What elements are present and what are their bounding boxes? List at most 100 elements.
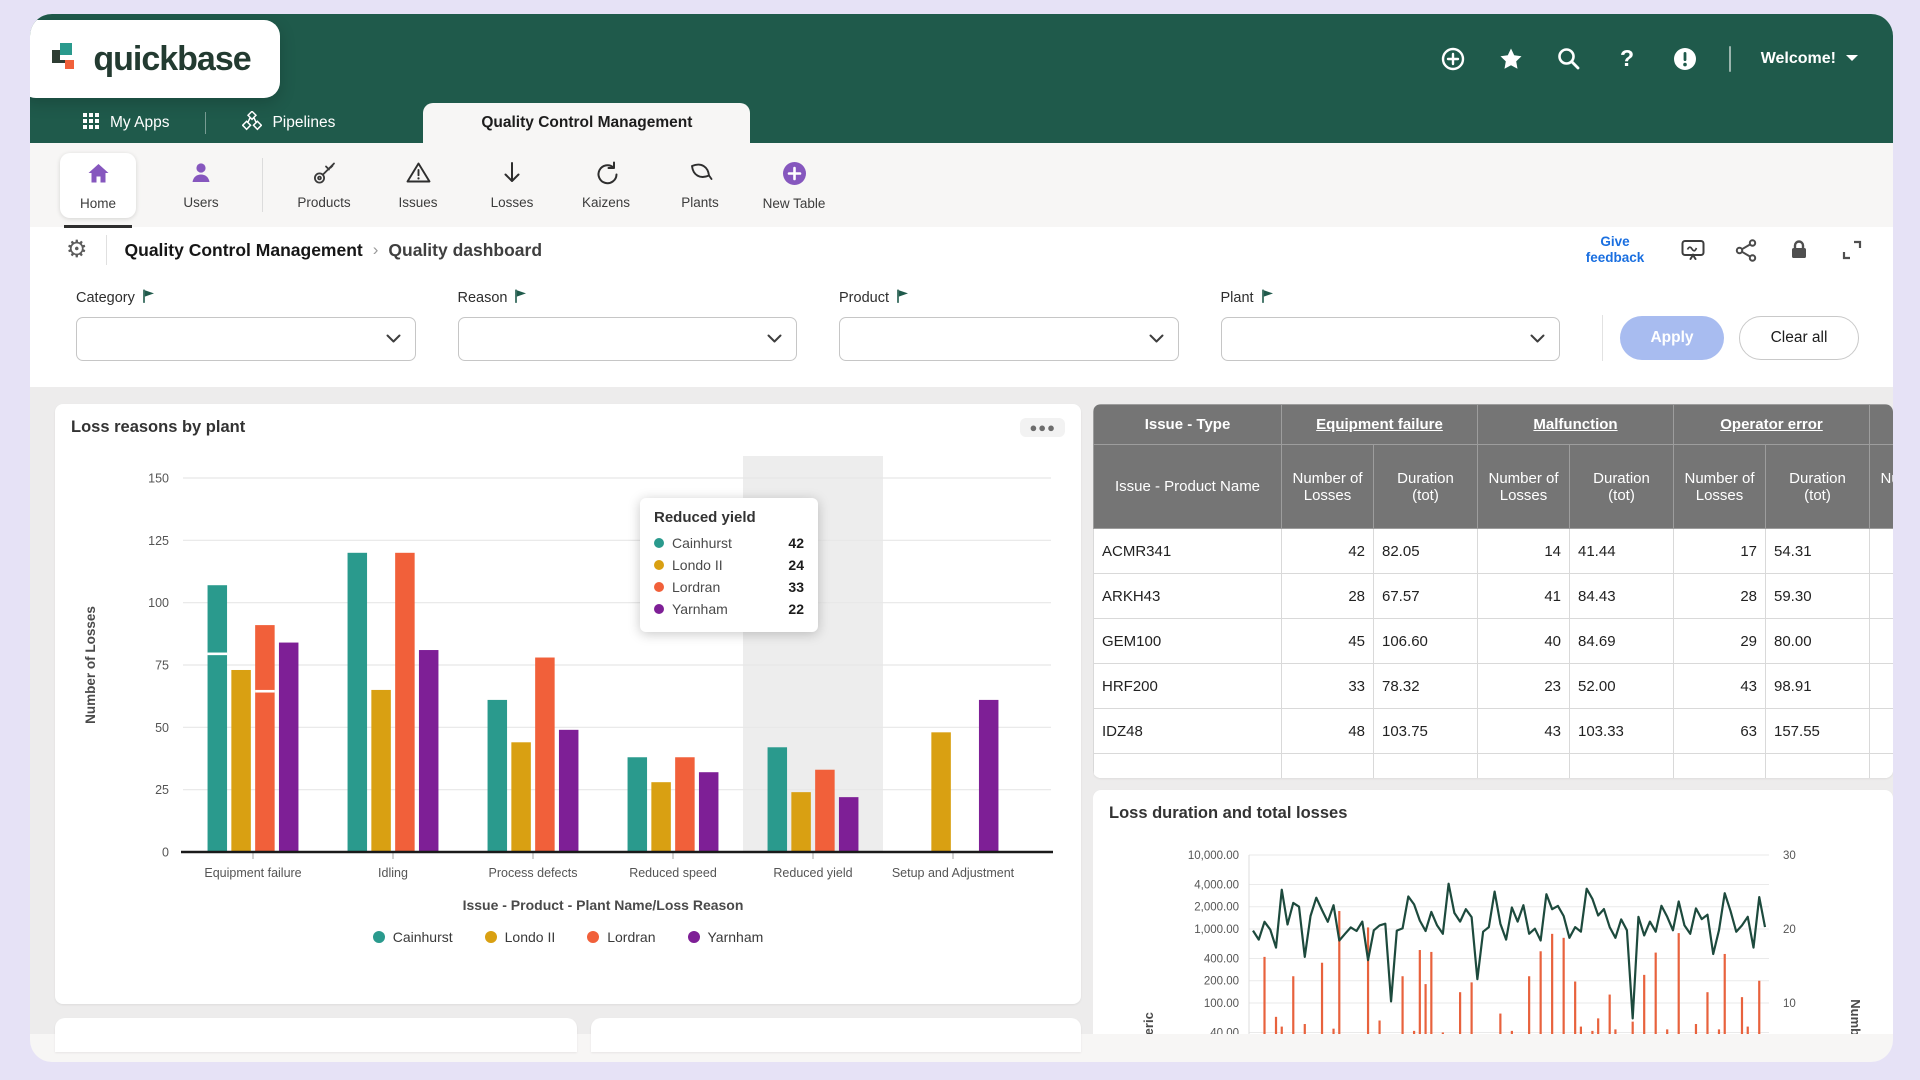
filter-product-dropdown[interactable] [839,317,1179,361]
number-of-losses-cell[interactable]: 14 [1478,529,1570,574]
help-icon[interactable]: ? [1613,45,1641,73]
loss-reasons-bar-chart[interactable]: 0255075100125150Number of LossesEquipmen… [71,448,1065,918]
sub-header: Number of Losses [1478,445,1570,529]
product-link[interactable]: ACMR341 [1094,529,1282,574]
warning-icon [405,160,432,189]
tooltip-series-value: 42 [788,535,804,551]
svg-text:200.00: 200.00 [1204,976,1239,988]
number-of-losses-cell[interactable]: 63 [1674,709,1766,754]
svg-text:125: 125 [148,534,169,548]
svg-text:20: 20 [1783,924,1796,936]
product-link[interactable]: ARKH43 [1094,574,1282,619]
quickbase-logo-icon [49,40,83,79]
filter-plant-dropdown[interactable] [1221,317,1561,361]
toolbar-item-issues[interactable]: Issues [371,160,465,210]
lock-icon[interactable] [1786,237,1812,263]
number-of-losses-cell[interactable]: 40 [1478,619,1570,664]
settings-gear-icon[interactable]: ⚙ [66,238,88,262]
number-of-losses-cell[interactable] [1870,619,1893,664]
add-icon[interactable] [1439,45,1467,73]
filter-reason-dropdown[interactable] [458,317,798,361]
apply-button[interactable]: Apply [1620,316,1724,360]
table-row: GEM10045106.604084.692980.00 [1094,619,1894,664]
number-of-losses-cell[interactable]: 43 [1674,664,1766,709]
toolbar-item-losses[interactable]: Losses [465,160,559,210]
nav-tab-my-apps[interactable]: My Apps [46,103,205,143]
filter-category-dropdown[interactable] [76,317,416,361]
number-of-losses-cell[interactable]: 42 [1282,529,1374,574]
loss-duration-dual-axis-chart[interactable]: 10,000.004,000.002,000.001,000.00400.002… [1109,831,1877,1034]
toolbar-item-new-table[interactable]: New Table [747,160,841,211]
presentation-mode-icon[interactable] [1680,237,1706,263]
number-of-losses-cell[interactable] [1870,529,1893,574]
number-of-losses-cell[interactable]: 41 [1478,574,1570,619]
legend-item-londo-ii[interactable]: Londo II [485,929,556,945]
legend-item-yarnham[interactable]: Yarnham [688,929,764,945]
product-link[interactable]: IDZ48 [1094,709,1282,754]
number-of-losses-cell[interactable]: 17 [1674,529,1766,574]
nav-tab-pipelines[interactable]: Pipelines [206,103,371,143]
filter-label: Plant [1221,290,1254,306]
number-of-losses-cell[interactable]: 23 [1478,664,1570,709]
filter-group-plant: Plant [1221,289,1561,361]
toolbar-item-label: Issues [398,195,437,210]
filter-flag-icon [142,289,155,307]
number-of-losses-cell[interactable] [1870,709,1893,754]
type-column-header[interactable]: Malfunction [1478,405,1674,445]
number-of-losses-cell[interactable]: 33 [1282,664,1374,709]
number-of-losses-cell[interactable]: 48 [1282,709,1374,754]
toolbar-item-plants[interactable]: Plants [653,160,747,210]
toolbar-item-kaizens[interactable]: Kaizens [559,160,653,210]
app-tab-bar: My Apps Pipelines Quality Control Manage… [30,103,1893,143]
search-icon[interactable] [1555,45,1583,73]
tooltip-category-title: Reduced yield [654,509,804,526]
svg-text:40.00: 40.00 [1210,1027,1239,1034]
duration-cell: 78.32 [1374,664,1478,709]
number-of-losses-cell[interactable]: 43 [1478,709,1570,754]
svg-text:30: 30 [1783,850,1796,862]
type-column-header[interactable]: Equipment failure [1282,405,1478,445]
favorites-star-icon[interactable] [1497,45,1525,73]
toolbar-item-products[interactable]: Products [277,160,371,210]
number-of-losses-cell[interactable]: 28 [1674,574,1766,619]
toolbar-item-home[interactable]: Home [60,153,136,218]
quickbase-logo[interactable]: quickbase [30,20,280,98]
type-column-header[interactable]: Technical error [1870,405,1893,445]
product-link[interactable]: GEM100 [1094,619,1282,664]
toolbar-item-users[interactable]: Users [154,160,248,210]
svg-text:50: 50 [155,721,169,735]
svg-text:Idling: Idling [378,866,408,880]
give-feedback-link[interactable]: Give feedback [1577,234,1653,265]
user-menu[interactable]: Welcome! [1761,50,1859,68]
duration-cell: 54.31 [1766,529,1870,574]
clear-all-button[interactable]: Clear all [1739,316,1859,360]
duration-cell: 67.57 [1374,574,1478,619]
number-of-losses-cell[interactable]: 29 [1674,619,1766,664]
legend-item-lordran[interactable]: Lordran [587,929,655,945]
leaf-icon [687,160,714,189]
number-of-losses-cell[interactable] [1870,664,1893,709]
expand-fullscreen-icon[interactable] [1839,237,1865,263]
legend-item-cainhurst[interactable]: Cainhurst [373,929,453,945]
number-of-losses-cell[interactable]: 45 [1282,619,1374,664]
dashboard-body: Loss reasons by plant ●●● 02550751001251… [30,387,1893,1034]
tooltip-series-value: 33 [788,579,804,595]
share-icon[interactable] [1733,237,1759,263]
type-column-header[interactable]: Operator error [1674,405,1870,445]
breadcrumb-app-link[interactable]: Quality Control Management [125,240,363,261]
product-link[interactable]: HRF200 [1094,664,1282,709]
gauge-icon [311,160,338,189]
more-options-button[interactable]: ●●● [1020,418,1065,437]
number-of-losses-cell[interactable]: 28 [1282,574,1374,619]
nav-tab-quality-control-management[interactable]: Quality Control Management [423,103,750,143]
card-stub [55,1018,577,1052]
alerts-icon[interactable] [1671,45,1699,73]
page-actions: Give feedback [1577,234,1865,265]
pipelines-icon [242,111,262,136]
tooltip-series-row: Lordran33 [654,576,804,598]
filter-group-reason: Reason [458,289,798,361]
legend-color-dot [587,931,599,943]
number-of-losses-cell[interactable] [1870,574,1893,619]
table-header-row: Issue - TypeEquipment failureMalfunction… [1094,405,1894,445]
toolbar-item-label: Kaizens [582,195,630,210]
